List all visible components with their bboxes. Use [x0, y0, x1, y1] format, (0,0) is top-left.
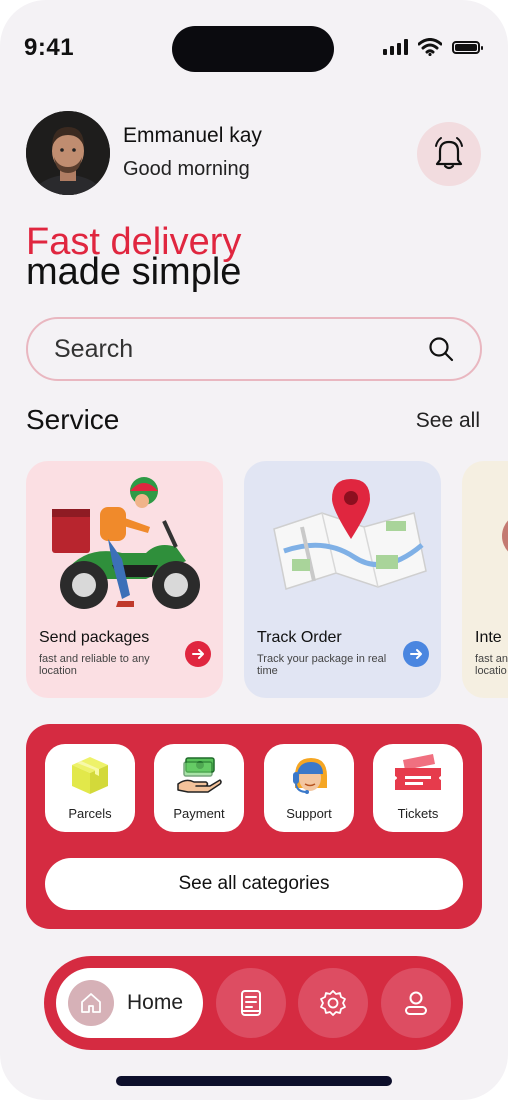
search-icon[interactable] — [428, 336, 454, 362]
card-arrow-button[interactable] — [185, 641, 211, 667]
phone-screen: 9:41 Emmanuel kay Good morning Fast deli… — [0, 0, 508, 1100]
parcel-box-icon — [72, 757, 108, 794]
arrow-right-icon — [192, 649, 204, 659]
category-tickets[interactable]: Tickets — [373, 744, 463, 832]
card-title: Inte — [475, 629, 502, 646]
card-description: fast and reliable to any location — [39, 653, 150, 677]
illustration-fragment — [502, 513, 508, 559]
cellular-signal-icon — [383, 39, 408, 55]
see-all-link[interactable]: See all — [416, 409, 480, 433]
document-icon — [241, 990, 261, 1016]
service-card-partial[interactable]: Inte fast an locatio — [462, 461, 508, 698]
tab-home-label: Home — [127, 991, 184, 1014]
category-parcels[interactable]: Parcels — [45, 744, 135, 832]
dynamic-island — [172, 26, 334, 72]
battery-icon — [452, 40, 483, 54]
profile-icon — [405, 991, 427, 1015]
card-title: Send packages — [39, 629, 150, 646]
category-support[interactable]: Support — [264, 744, 354, 832]
wifi-icon — [418, 38, 442, 56]
category-label: Tickets — [397, 806, 439, 821]
card-description: Track your package in real time — [257, 653, 387, 677]
avatar[interactable] — [26, 111, 110, 195]
tab-settings[interactable] — [298, 968, 368, 1038]
settings-icon — [320, 990, 346, 1016]
card-title: Track Order — [257, 629, 342, 646]
map-pin-illustration — [273, 479, 427, 590]
search-input[interactable]: Search — [54, 335, 428, 364]
card-arrow-button[interactable] — [403, 641, 429, 667]
delivery-scooter-illustration — [52, 477, 200, 609]
tab-documents[interactable] — [216, 968, 286, 1038]
notification-button[interactable] — [417, 122, 481, 186]
bottom-tab-bar: Home — [44, 956, 463, 1050]
tab-profile[interactable] — [381, 968, 451, 1038]
section-title-service: Service — [26, 404, 120, 435]
greeting-text: Good morning — [123, 158, 250, 180]
status-icons — [383, 38, 483, 56]
home-indicator[interactable] — [116, 1076, 392, 1086]
category-label: Support — [286, 806, 332, 821]
service-card-track-order[interactable]: Track Order Track your package in real t… — [244, 461, 441, 698]
headline-main: made simple — [26, 251, 242, 293]
category-payment[interactable]: Payment — [154, 744, 244, 832]
arrow-right-icon — [410, 649, 422, 659]
service-card-send-packages[interactable]: Send packages fast and reliable to any l… — [26, 461, 223, 698]
search-bar[interactable]: Search — [26, 317, 482, 381]
bell-icon — [435, 137, 463, 170]
see-all-categories-button[interactable]: See all categories — [45, 858, 463, 910]
card-description: fast an locatio — [475, 653, 508, 677]
support-agent-icon — [293, 758, 327, 794]
home-icon — [81, 993, 101, 1013]
categories-panel: Parcels Payment Support Tickets See all … — [26, 724, 482, 929]
tab-home[interactable]: Home — [56, 968, 203, 1038]
cash-hand-icon — [177, 757, 222, 793]
category-label: Payment — [173, 806, 225, 821]
status-time: 9:41 — [24, 34, 75, 61]
ticket-icon — [395, 754, 441, 790]
category-label: Parcels — [68, 806, 112, 821]
user-name: Emmanuel kay — [123, 124, 262, 147]
